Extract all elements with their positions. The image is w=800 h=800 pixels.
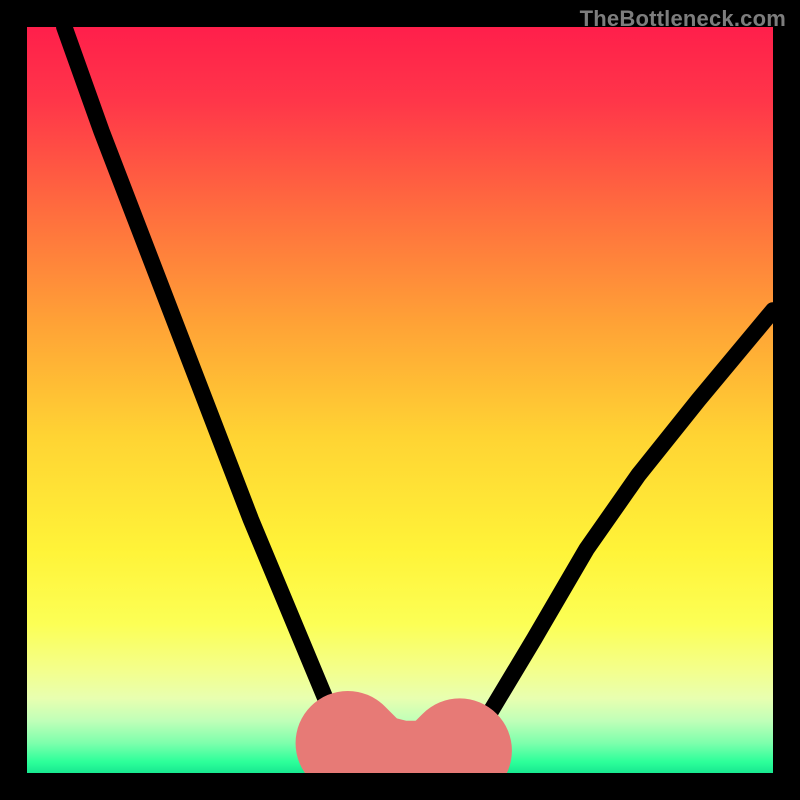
accent-right-dot: [464, 719, 479, 734]
bottleneck-chart: [27, 27, 773, 773]
plot-background: [27, 27, 773, 773]
accent-right-seg: [445, 751, 460, 766]
chart-frame: TheBottleneck.com: [0, 0, 800, 800]
